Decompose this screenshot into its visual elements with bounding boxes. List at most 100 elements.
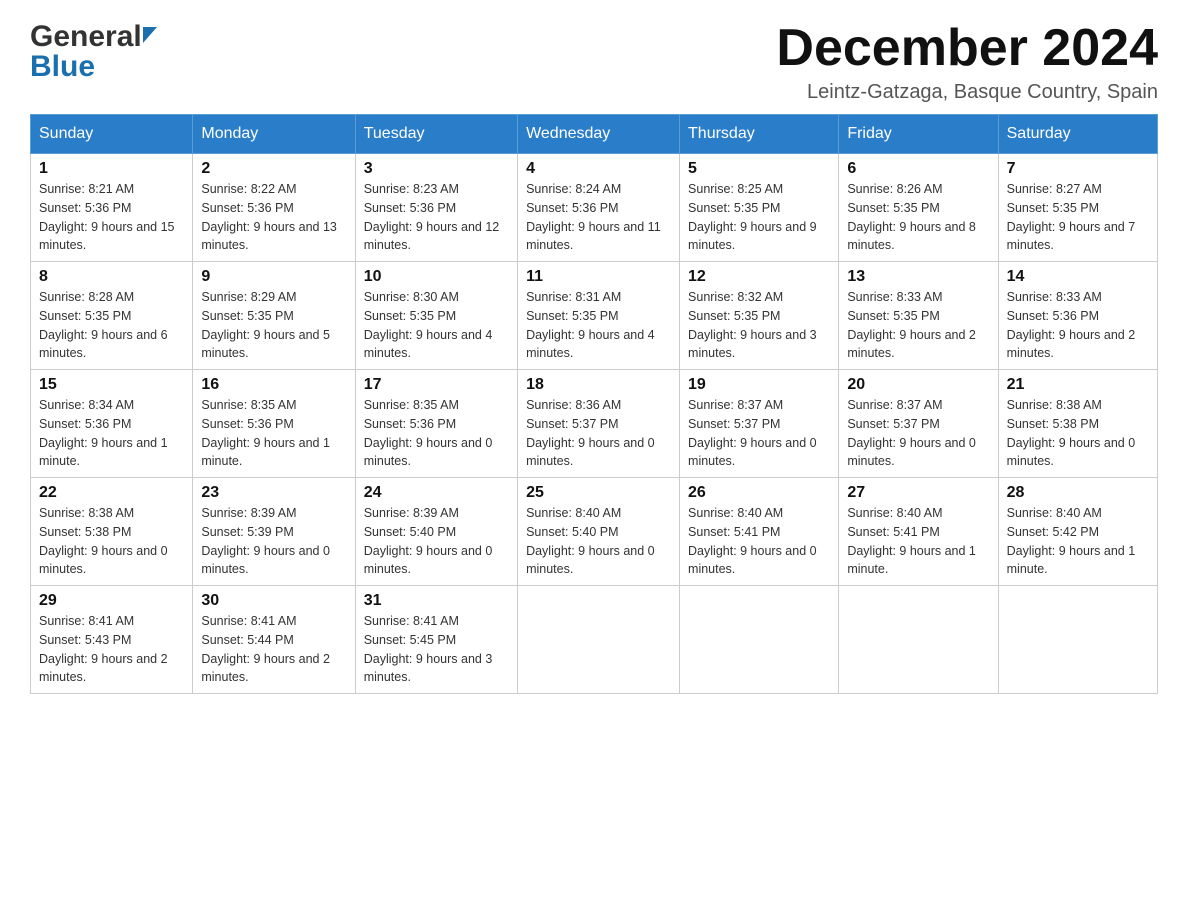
day-number: 14 <box>1007 268 1149 286</box>
day-number: 29 <box>39 592 184 610</box>
calendar-cell: 20 Sunrise: 8:37 AMSunset: 5:37 PMDaylig… <box>839 370 998 478</box>
calendar-cell: 18 Sunrise: 8:36 AMSunset: 5:37 PMDaylig… <box>518 370 680 478</box>
location-subtitle: Leintz-Gatzaga, Basque Country, Spain <box>776 81 1158 104</box>
day-number: 30 <box>201 592 346 610</box>
calendar-cell: 3 Sunrise: 8:23 AMSunset: 5:36 PMDayligh… <box>355 154 517 262</box>
page-header: General Blue December 2024 Leintz-Gatzag… <box>30 20 1158 104</box>
weekday-header-sunday: Sunday <box>31 115 193 154</box>
day-info: Sunrise: 8:38 AMSunset: 5:38 PMDaylight:… <box>1007 396 1149 471</box>
calendar-cell <box>998 586 1157 694</box>
day-number: 26 <box>688 484 830 502</box>
day-info: Sunrise: 8:40 AMSunset: 5:40 PMDaylight:… <box>526 504 671 579</box>
day-info: Sunrise: 8:24 AMSunset: 5:36 PMDaylight:… <box>526 180 671 255</box>
calendar-cell: 23 Sunrise: 8:39 AMSunset: 5:39 PMDaylig… <box>193 478 355 586</box>
calendar-cell: 14 Sunrise: 8:33 AMSunset: 5:36 PMDaylig… <box>998 262 1157 370</box>
day-info: Sunrise: 8:26 AMSunset: 5:35 PMDaylight:… <box>847 180 989 255</box>
day-number: 28 <box>1007 484 1149 502</box>
weekday-header-thursday: Thursday <box>680 115 839 154</box>
day-info: Sunrise: 8:21 AMSunset: 5:36 PMDaylight:… <box>39 180 184 255</box>
calendar-cell: 13 Sunrise: 8:33 AMSunset: 5:35 PMDaylig… <box>839 262 998 370</box>
calendar-week-row: 1 Sunrise: 8:21 AMSunset: 5:36 PMDayligh… <box>31 154 1158 262</box>
day-info: Sunrise: 8:25 AMSunset: 5:35 PMDaylight:… <box>688 180 830 255</box>
day-number: 22 <box>39 484 184 502</box>
day-info: Sunrise: 8:28 AMSunset: 5:35 PMDaylight:… <box>39 288 184 363</box>
day-info: Sunrise: 8:29 AMSunset: 5:35 PMDaylight:… <box>201 288 346 363</box>
day-info: Sunrise: 8:35 AMSunset: 5:36 PMDaylight:… <box>364 396 509 471</box>
day-info: Sunrise: 8:36 AMSunset: 5:37 PMDaylight:… <box>526 396 671 471</box>
logo-triangle-icon <box>143 27 157 43</box>
day-number: 16 <box>201 376 346 394</box>
weekday-header-row: SundayMondayTuesdayWednesdayThursdayFrid… <box>31 115 1158 154</box>
day-info: Sunrise: 8:30 AMSunset: 5:35 PMDaylight:… <box>364 288 509 363</box>
day-number: 21 <box>1007 376 1149 394</box>
calendar-cell: 1 Sunrise: 8:21 AMSunset: 5:36 PMDayligh… <box>31 154 193 262</box>
day-number: 23 <box>201 484 346 502</box>
day-info: Sunrise: 8:31 AMSunset: 5:35 PMDaylight:… <box>526 288 671 363</box>
calendar-cell: 28 Sunrise: 8:40 AMSunset: 5:42 PMDaylig… <box>998 478 1157 586</box>
day-info: Sunrise: 8:37 AMSunset: 5:37 PMDaylight:… <box>688 396 830 471</box>
day-number: 27 <box>847 484 989 502</box>
day-info: Sunrise: 8:23 AMSunset: 5:36 PMDaylight:… <box>364 180 509 255</box>
day-number: 17 <box>364 376 509 394</box>
day-number: 8 <box>39 268 184 286</box>
day-number: 13 <box>847 268 989 286</box>
day-info: Sunrise: 8:39 AMSunset: 5:39 PMDaylight:… <box>201 504 346 579</box>
day-number: 6 <box>847 160 989 178</box>
calendar-cell <box>518 586 680 694</box>
calendar-cell: 25 Sunrise: 8:40 AMSunset: 5:40 PMDaylig… <box>518 478 680 586</box>
calendar-table: SundayMondayTuesdayWednesdayThursdayFrid… <box>30 114 1158 694</box>
day-number: 24 <box>364 484 509 502</box>
day-number: 31 <box>364 592 509 610</box>
calendar-week-row: 22 Sunrise: 8:38 AMSunset: 5:38 PMDaylig… <box>31 478 1158 586</box>
calendar-week-row: 8 Sunrise: 8:28 AMSunset: 5:35 PMDayligh… <box>31 262 1158 370</box>
day-info: Sunrise: 8:34 AMSunset: 5:36 PMDaylight:… <box>39 396 184 471</box>
calendar-cell: 30 Sunrise: 8:41 AMSunset: 5:44 PMDaylig… <box>193 586 355 694</box>
calendar-cell: 5 Sunrise: 8:25 AMSunset: 5:35 PMDayligh… <box>680 154 839 262</box>
weekday-header-monday: Monday <box>193 115 355 154</box>
calendar-cell: 7 Sunrise: 8:27 AMSunset: 5:35 PMDayligh… <box>998 154 1157 262</box>
day-info: Sunrise: 8:38 AMSunset: 5:38 PMDaylight:… <box>39 504 184 579</box>
day-number: 10 <box>364 268 509 286</box>
logo-general-text: General <box>30 20 142 54</box>
calendar-week-row: 15 Sunrise: 8:34 AMSunset: 5:36 PMDaylig… <box>31 370 1158 478</box>
day-info: Sunrise: 8:37 AMSunset: 5:37 PMDaylight:… <box>847 396 989 471</box>
calendar-cell: 12 Sunrise: 8:32 AMSunset: 5:35 PMDaylig… <box>680 262 839 370</box>
day-number: 7 <box>1007 160 1149 178</box>
day-info: Sunrise: 8:22 AMSunset: 5:36 PMDaylight:… <box>201 180 346 255</box>
day-info: Sunrise: 8:35 AMSunset: 5:36 PMDaylight:… <box>201 396 346 471</box>
calendar-cell: 2 Sunrise: 8:22 AMSunset: 5:36 PMDayligh… <box>193 154 355 262</box>
month-title: December 2024 <box>776 20 1158 77</box>
calendar-cell: 16 Sunrise: 8:35 AMSunset: 5:36 PMDaylig… <box>193 370 355 478</box>
day-info: Sunrise: 8:40 AMSunset: 5:41 PMDaylight:… <box>847 504 989 579</box>
calendar-cell: 22 Sunrise: 8:38 AMSunset: 5:38 PMDaylig… <box>31 478 193 586</box>
weekday-header-wednesday: Wednesday <box>518 115 680 154</box>
calendar-cell: 29 Sunrise: 8:41 AMSunset: 5:43 PMDaylig… <box>31 586 193 694</box>
day-number: 4 <box>526 160 671 178</box>
calendar-cell: 26 Sunrise: 8:40 AMSunset: 5:41 PMDaylig… <box>680 478 839 586</box>
day-info: Sunrise: 8:41 AMSunset: 5:43 PMDaylight:… <box>39 612 184 687</box>
weekday-header-friday: Friday <box>839 115 998 154</box>
day-number: 2 <box>201 160 346 178</box>
calendar-cell: 27 Sunrise: 8:40 AMSunset: 5:41 PMDaylig… <box>839 478 998 586</box>
day-info: Sunrise: 8:40 AMSunset: 5:41 PMDaylight:… <box>688 504 830 579</box>
day-number: 25 <box>526 484 671 502</box>
calendar-cell: 17 Sunrise: 8:35 AMSunset: 5:36 PMDaylig… <box>355 370 517 478</box>
calendar-cell: 6 Sunrise: 8:26 AMSunset: 5:35 PMDayligh… <box>839 154 998 262</box>
logo-blue-text: Blue <box>30 50 95 84</box>
day-info: Sunrise: 8:33 AMSunset: 5:36 PMDaylight:… <box>1007 288 1149 363</box>
calendar-cell <box>839 586 998 694</box>
logo: General Blue <box>30 20 157 84</box>
weekday-header-tuesday: Tuesday <box>355 115 517 154</box>
day-number: 9 <box>201 268 346 286</box>
day-info: Sunrise: 8:32 AMSunset: 5:35 PMDaylight:… <box>688 288 830 363</box>
calendar-cell: 24 Sunrise: 8:39 AMSunset: 5:40 PMDaylig… <box>355 478 517 586</box>
day-info: Sunrise: 8:40 AMSunset: 5:42 PMDaylight:… <box>1007 504 1149 579</box>
calendar-cell: 19 Sunrise: 8:37 AMSunset: 5:37 PMDaylig… <box>680 370 839 478</box>
day-number: 12 <box>688 268 830 286</box>
calendar-cell: 9 Sunrise: 8:29 AMSunset: 5:35 PMDayligh… <box>193 262 355 370</box>
day-number: 3 <box>364 160 509 178</box>
calendar-cell: 31 Sunrise: 8:41 AMSunset: 5:45 PMDaylig… <box>355 586 517 694</box>
day-info: Sunrise: 8:39 AMSunset: 5:40 PMDaylight:… <box>364 504 509 579</box>
calendar-cell: 4 Sunrise: 8:24 AMSunset: 5:36 PMDayligh… <box>518 154 680 262</box>
title-block: December 2024 Leintz-Gatzaga, Basque Cou… <box>776 20 1158 104</box>
